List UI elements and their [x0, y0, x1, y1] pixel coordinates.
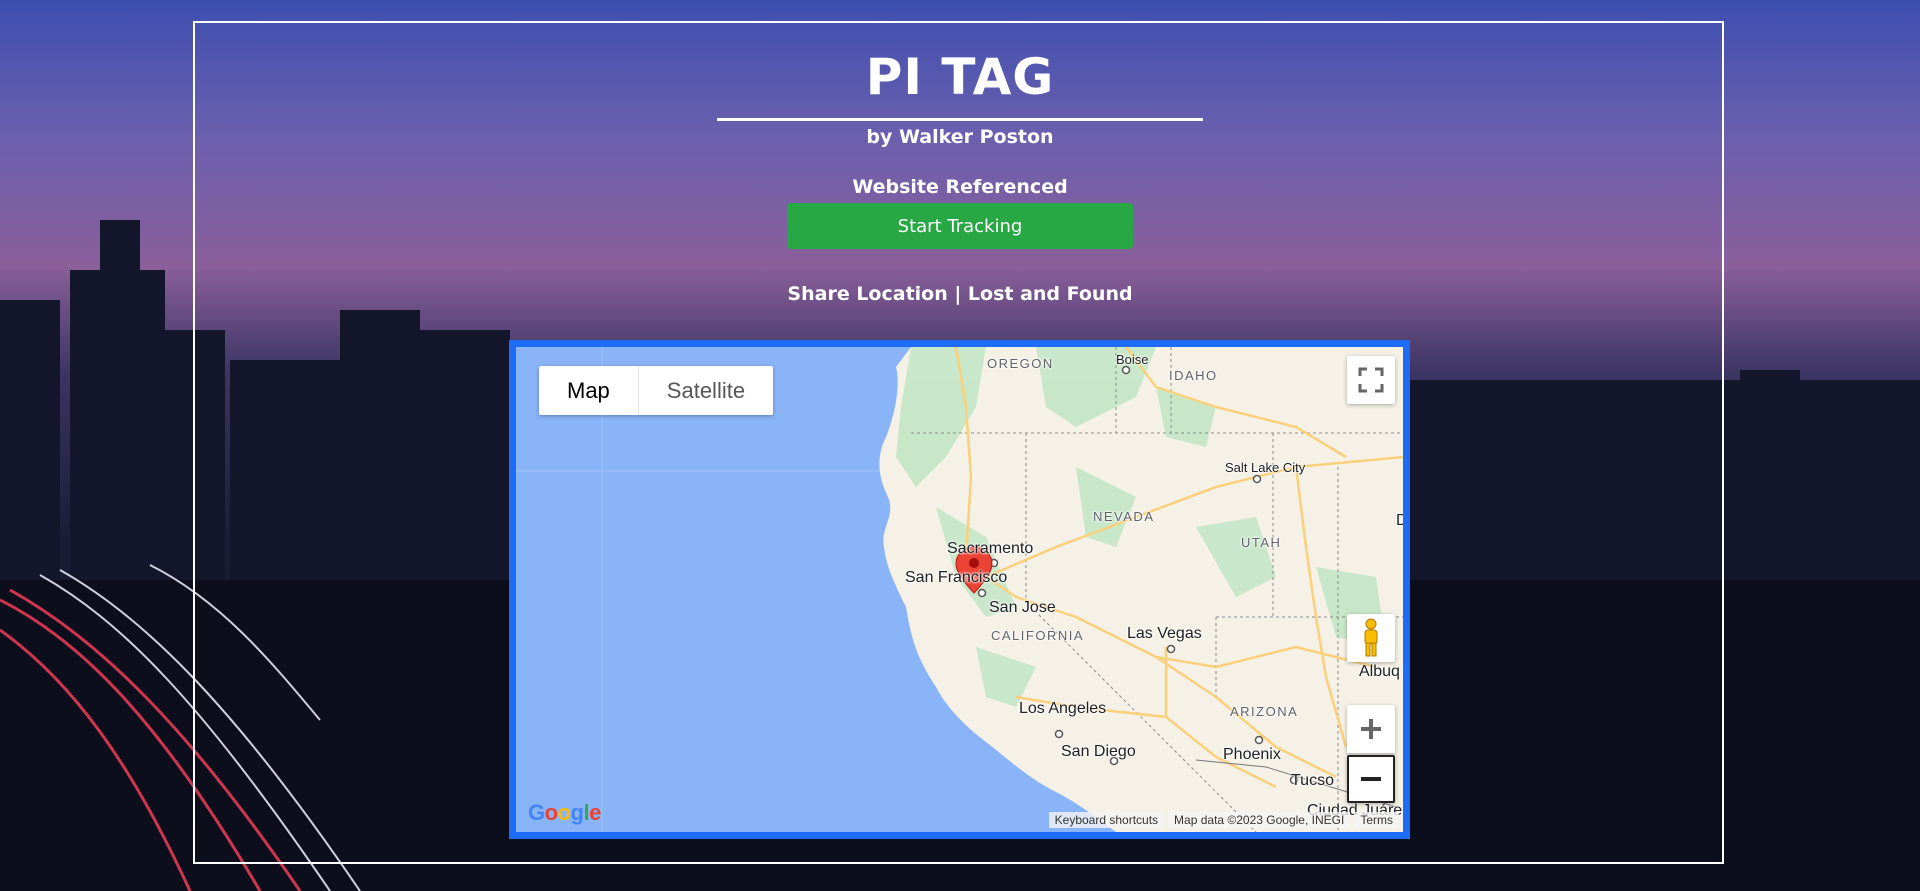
page-title: PI TAG	[865, 48, 1055, 106]
content: PI TAG by Walker Poston Website Referenc…	[0, 0, 1920, 891]
map-label-san-diego: San Diego	[1061, 743, 1136, 760]
street-view-pegman-button[interactable]	[1347, 614, 1395, 662]
map-label-tucson: Tucso	[1291, 772, 1334, 789]
map-type-satellite-button[interactable]: Satellite	[639, 366, 773, 415]
website-referenced-link[interactable]: Website Referenced	[0, 176, 1920, 198]
google-map[interactable]: OREGON Boise IDAHO Salt Lake City NEVADA…	[509, 340, 1410, 839]
start-tracking-button[interactable]: Start Tracking	[787, 203, 1133, 249]
keyboard-shortcuts-link[interactable]: Keyboard shortcuts	[1048, 812, 1165, 828]
zoom-in-button[interactable]	[1347, 705, 1395, 753]
map-label-nevada: NEVADA	[1093, 509, 1155, 524]
map-type-map-button[interactable]: Map	[539, 366, 639, 415]
nav-links: Share Location | Lost and Found	[0, 283, 1920, 305]
pegman-icon	[1364, 618, 1378, 657]
terms-link[interactable]: Terms	[1354, 812, 1399, 828]
map-label-utah: UTAH	[1241, 535, 1282, 550]
map-label-idaho: IDAHO	[1169, 368, 1218, 383]
map-label-los-angeles: Los Angeles	[1019, 700, 1107, 717]
map-label-edge: D	[1396, 512, 1408, 529]
fullscreen-icon	[1358, 367, 1384, 393]
map-label-sacramento: Sacramento	[947, 540, 1034, 557]
link-separator: |	[947, 283, 968, 305]
lost-and-found-link[interactable]: Lost and Found	[968, 283, 1133, 305]
minus-icon	[1361, 777, 1381, 781]
zoom-out-button[interactable]	[1347, 755, 1395, 803]
map-label-boise: Boise	[1116, 352, 1149, 367]
share-location-link[interactable]: Share Location	[787, 283, 947, 305]
map-label-las-vegas: Las Vegas	[1127, 625, 1202, 642]
map-label-san-francisco: San Francisco	[905, 569, 1008, 586]
map-footer: Keyboard shortcuts Map data ©2023 Google…	[1045, 812, 1399, 828]
map-data-attribution: Map data ©2023 Google, INEGI	[1168, 812, 1351, 828]
map-label-arizona: ARIZONA	[1230, 704, 1299, 719]
map-label-california: CALIFORNIA	[991, 628, 1085, 643]
map-type-control: Map Satellite	[539, 366, 774, 415]
plus-icon	[1361, 719, 1381, 739]
fullscreen-button[interactable]	[1347, 356, 1395, 404]
map-label-phoenix: Phoenix	[1223, 746, 1281, 763]
map-label-oregon: OREGON	[987, 356, 1054, 371]
map-label-salt-lake-city: Salt Lake City	[1225, 460, 1306, 475]
google-logo: Google	[528, 800, 601, 825]
author-line: by Walker Poston	[866, 126, 1054, 148]
map-label-albuquerque: Albuq	[1359, 663, 1400, 680]
map-label-san-jose: San Jose	[989, 599, 1056, 616]
title-divider	[717, 118, 1203, 121]
